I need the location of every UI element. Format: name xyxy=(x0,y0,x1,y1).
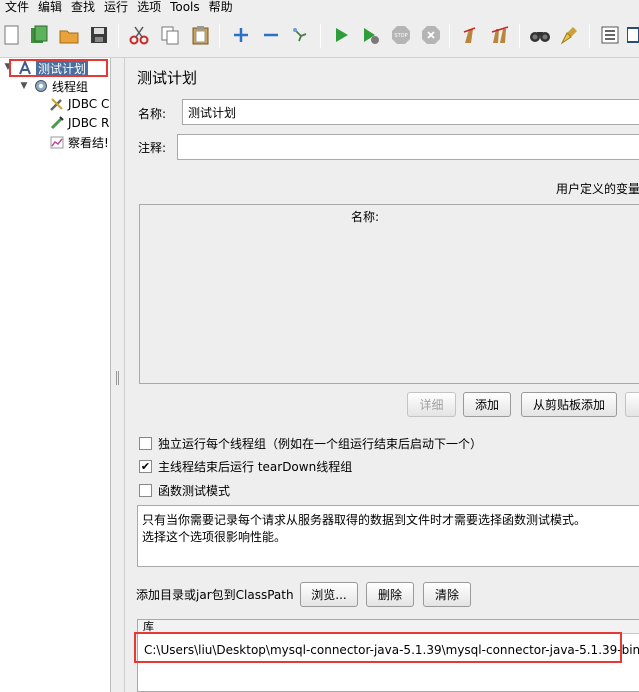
templates-icon[interactable] xyxy=(27,23,51,47)
tree-node-jdbc-request[interactable]: JDBC R xyxy=(49,114,109,132)
vars-column-header: 名称: xyxy=(351,210,380,224)
start-icon[interactable] xyxy=(329,23,353,47)
comment-field[interactable] xyxy=(177,134,639,160)
functional-mode-label: 函数测试模式 xyxy=(158,484,231,498)
splitter[interactable] xyxy=(111,58,123,692)
user-vars-title: 用户定义的变量 xyxy=(556,182,639,196)
teardown-checkbox[interactable]: ✔ xyxy=(139,460,152,473)
collapse-toggle-icon[interactable]: ▼ xyxy=(19,81,29,91)
delete-button[interactable]: 删除 xyxy=(366,582,414,607)
independent-label: 独立运行每个线程组（例如在一个组运行结束后启动下一个） xyxy=(158,437,483,451)
tree-node-label: 察看结! xyxy=(68,135,109,150)
function-helper-icon[interactable] xyxy=(598,23,622,47)
open-icon[interactable] xyxy=(57,23,81,47)
shutdown-icon[interactable] xyxy=(419,23,443,47)
svg-text:STOP: STOP xyxy=(394,33,407,39)
expand-icon[interactable] xyxy=(229,23,253,47)
splitter-grip[interactable] xyxy=(116,371,119,385)
description-line: 选择这个选项很影响性能。 xyxy=(142,530,287,544)
delete-var-button[interactable] xyxy=(625,392,639,417)
page-title: 测试计划 xyxy=(137,69,198,87)
tree-node-label: 线程组 xyxy=(52,79,89,94)
functional-mode-checkbox[interactable] xyxy=(139,484,152,497)
menu-options[interactable]: 选项 xyxy=(134,0,164,14)
menu-bar: 文件 编辑 查找 运行 选项 Tools 帮助 xyxy=(0,0,639,14)
stop-icon[interactable]: STOP xyxy=(389,23,413,47)
clear-icon[interactable] xyxy=(458,23,482,47)
add-button[interactable]: 添加 xyxy=(463,392,511,417)
paste-icon[interactable] xyxy=(189,23,213,47)
tree-node-results-tree[interactable]: 察看结! xyxy=(49,133,109,151)
help-icon[interactable] xyxy=(627,23,639,47)
tree-node-jdbc-config[interactable]: JDBC C xyxy=(49,95,109,113)
independent-checkbox[interactable] xyxy=(139,437,152,450)
test-plan-panel: 测试计划 名称: 测试计划 注释: 用户定义的变量 名称: 详细 添加 从剪贴板… xyxy=(124,58,639,692)
menu-tools[interactable]: Tools xyxy=(167,0,203,14)
menu-run[interactable]: 运行 xyxy=(101,0,131,14)
comment-label: 注释: xyxy=(138,141,167,155)
classpath-label: 添加目录或jar包到ClassPath xyxy=(136,588,294,602)
menu-search[interactable]: 查找 xyxy=(68,0,98,14)
clear-button[interactable]: 清除 xyxy=(423,582,471,607)
search-icon[interactable] xyxy=(528,23,552,47)
tree-node-label: JDBC C xyxy=(68,97,110,111)
save-icon[interactable] xyxy=(87,23,111,47)
description-line: 只有当你需要记录每个请求从服务器取得的数据到文件时才需要选择函数测试模式。 xyxy=(142,513,587,527)
collapse-icon[interactable] xyxy=(259,23,283,47)
detail-button[interactable]: 详细 xyxy=(407,392,456,417)
user-vars-table[interactable]: 名称: xyxy=(139,204,639,384)
name-field[interactable]: 测试计划 xyxy=(182,99,639,125)
pipette-icon xyxy=(49,115,65,131)
highlight-box-library xyxy=(134,632,622,663)
toggle-icon[interactable] xyxy=(289,23,313,47)
toolbar: STOP xyxy=(0,14,639,58)
start-no-pause-icon[interactable] xyxy=(358,23,382,47)
wrench-icon xyxy=(49,96,65,112)
highlight-box-tree xyxy=(9,59,108,77)
test-tree: ▼ 测试计划 ▼ 线程组 JDBC C JDBC R 察看结! xyxy=(0,58,111,692)
reset-search-icon[interactable] xyxy=(558,23,582,47)
new-icon[interactable] xyxy=(0,23,24,47)
clear-all-icon[interactable] xyxy=(488,23,512,47)
functional-mode-description: 只有当你需要记录每个请求从服务器取得的数据到文件时才需要选择函数测试模式。 选择… xyxy=(137,505,639,567)
name-label: 名称: xyxy=(138,107,167,121)
check-mark-icon: ✔ xyxy=(140,460,151,473)
add-from-clipboard-button[interactable]: 从剪贴板添加 xyxy=(521,392,617,417)
menu-file[interactable]: 文件 xyxy=(0,0,32,14)
copy-icon[interactable] xyxy=(158,23,182,47)
chart-listener-icon xyxy=(49,134,65,150)
menu-help[interactable]: 帮助 xyxy=(206,0,236,14)
browse-button[interactable]: 浏览... xyxy=(300,582,358,607)
tree-node-thread-group[interactable]: 线程组 xyxy=(33,77,88,95)
gear-icon xyxy=(33,78,49,94)
cut-icon[interactable] xyxy=(127,23,151,47)
tree-node-label: JDBC R xyxy=(68,116,110,130)
menu-edit[interactable]: 编辑 xyxy=(35,0,65,14)
teardown-label: 主线程结束后运行 tearDown线程组 xyxy=(158,460,353,474)
